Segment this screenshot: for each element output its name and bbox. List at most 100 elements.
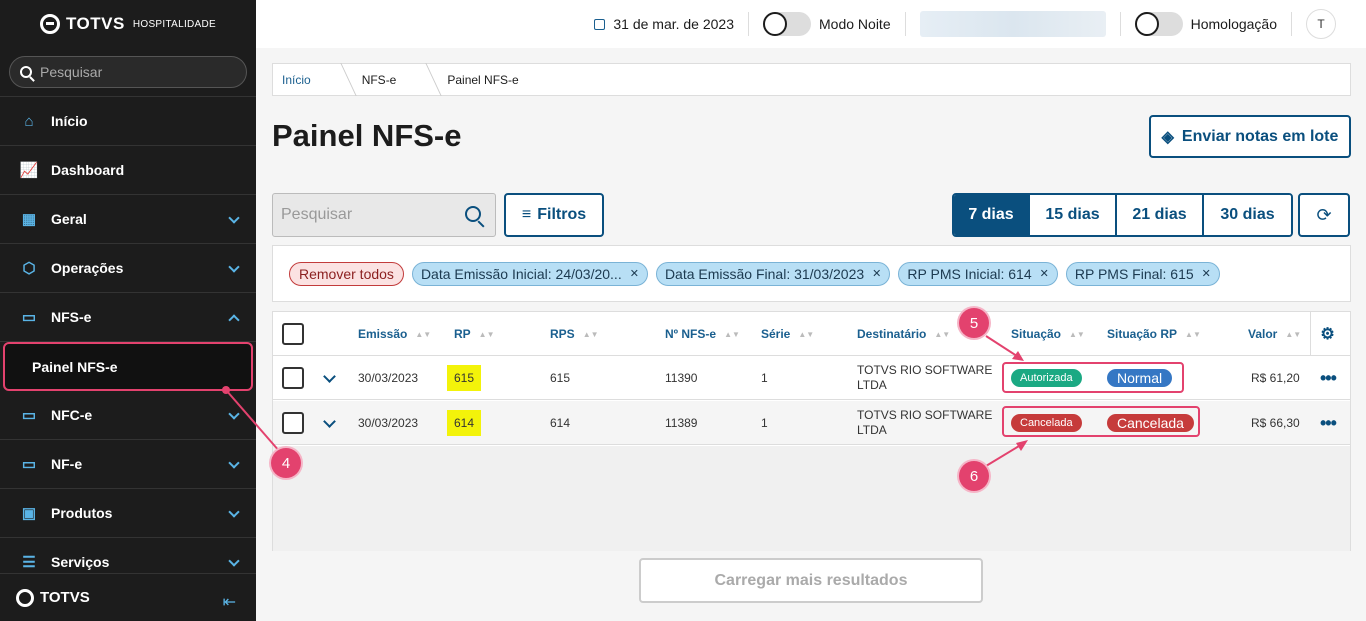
header-label: Situação RP xyxy=(1107,327,1178,341)
cell-serie: 1 xyxy=(761,416,768,430)
chart-icon: 📈 xyxy=(19,162,39,179)
logo: TOTVS HOSPITALIDADE xyxy=(0,0,256,48)
list-icon: ☰ xyxy=(22,554,36,571)
cube-icon: ⬡ xyxy=(22,260,36,277)
collapse-menu-icon[interactable]: ⇤ xyxy=(223,592,236,612)
sidebar-item-label: Operações xyxy=(51,260,124,276)
night-mode-toggle[interactable] xyxy=(763,12,812,36)
days-21-button[interactable]: 21 dias xyxy=(1117,195,1204,235)
expand-row[interactable] xyxy=(323,401,336,445)
days-30-button[interactable]: 30 dias xyxy=(1204,195,1291,235)
header-label: RPS xyxy=(550,327,575,341)
cell-rps: 614 xyxy=(550,416,571,430)
breadcrumb: Início NFS-e Painel NFS-e xyxy=(272,63,1351,96)
remove-all-chip[interactable]: Remover todos xyxy=(289,261,404,286)
cell-valor: R$ 61,20 xyxy=(1251,371,1300,385)
chip-label: Data Emissão Final: 31/03/2023 xyxy=(664,265,865,282)
chevron-up-icon xyxy=(228,314,240,326)
chip-label: RP PMS Final: 615 xyxy=(1074,265,1194,282)
nfse-icon: ▭ xyxy=(21,309,37,326)
select-all-checkbox[interactable] xyxy=(282,323,304,345)
cell-serie: 1 xyxy=(761,371,768,385)
days-15-button[interactable]: 15 dias xyxy=(1030,195,1117,235)
sidebar-item-produtos[interactable]: ▣ Produtos xyxy=(0,489,256,538)
header-label: Emissão xyxy=(358,327,408,341)
sidebar-item-nfe[interactable]: ▭ NF-e xyxy=(0,440,256,489)
load-more-button[interactable]: Carregar mais resultados xyxy=(639,558,983,603)
sidebar-search-input[interactable] xyxy=(40,64,230,80)
cell-destinatario: TOTVS RIO SOFTWARE LTDA xyxy=(857,356,997,400)
current-date: 31 de mar. de 2023 xyxy=(580,12,750,36)
calendar-icon xyxy=(594,18,606,30)
header-rp[interactable]: RP ▲▼ xyxy=(454,312,495,356)
sidebar-item-geral[interactable]: ▦ Geral xyxy=(0,195,256,244)
days-selector: 7 dias 15 dias 21 dias 30 dias xyxy=(952,193,1293,237)
annotation-marker-4: 4 xyxy=(271,448,301,478)
close-icon[interactable]: ✕ xyxy=(872,267,881,280)
sidebar-search[interactable] xyxy=(9,56,247,88)
sidebar-item-operacoes[interactable]: ⬡ Operações xyxy=(0,244,256,293)
expand-row[interactable] xyxy=(323,356,336,400)
close-icon[interactable]: ✕ xyxy=(1202,267,1211,280)
chevron-down-icon xyxy=(228,212,240,224)
close-icon[interactable]: ✕ xyxy=(630,267,639,280)
send-batch-button[interactable]: ◈ Enviar notas em lote xyxy=(1149,115,1351,158)
more-options-icon[interactable]: ••• xyxy=(1320,356,1337,400)
chip-label: RP PMS Inicial: 614 xyxy=(907,265,1032,282)
row-checkbox[interactable] xyxy=(282,367,304,389)
totvs-logo-icon xyxy=(39,14,60,34)
breadcrumb-inicio[interactable]: Início xyxy=(273,73,325,87)
filter-chip: RP PMS Inicial: 614 ✕ xyxy=(898,261,1058,286)
sort-icon: ▲▼ xyxy=(478,329,495,339)
search-box xyxy=(272,193,496,237)
select-all-cell xyxy=(282,312,304,356)
cell-emissao: 30/03/2023 xyxy=(358,416,419,430)
table-header: Emissão ▲▼ RP ▲▼ RPS ▲▼ Nº NFS-e ▲▼ Série ▲▼ … xyxy=(273,312,1350,356)
layers-icon: ◈ xyxy=(1161,128,1174,146)
sidebar-item-inicio[interactable]: ⌂ Início xyxy=(0,97,256,146)
sidebar-footer: TOTVS ⇤ xyxy=(0,573,256,621)
avatar[interactable]: T xyxy=(1306,9,1336,39)
date-text: 31 de mar. de 2023 xyxy=(613,16,735,32)
header-valor[interactable]: Valor ▲▼ xyxy=(1248,312,1301,356)
sidebar-item-label: NFC-e xyxy=(51,407,93,423)
homologation-toggle[interactable] xyxy=(1134,12,1183,36)
days-7-button[interactable]: 7 dias xyxy=(954,195,1030,235)
header-serie[interactable]: Série ▲▼ xyxy=(761,312,814,356)
rp-highlight: 614 xyxy=(447,410,482,436)
sidebar-item-dashboard[interactable]: 📈 Dashboard xyxy=(0,146,256,195)
annotation-marker-5: 5 xyxy=(959,308,989,338)
sidebar-item-label: Dashboard xyxy=(51,162,125,178)
sidebar-item-nfce[interactable]: ▭ NFC-e xyxy=(0,391,256,440)
filters-button[interactable]: ≡ Filtros xyxy=(504,193,604,237)
refresh-button[interactable]: ⟳ xyxy=(1298,193,1350,237)
header-rps[interactable]: RPS ▲▼ xyxy=(550,312,599,356)
breadcrumb-nfse[interactable]: NFS-e xyxy=(353,73,411,87)
row-checkbox-cell xyxy=(282,401,304,445)
more-options-icon[interactable]: ••• xyxy=(1320,401,1337,445)
night-mode-toggle-group: Modo Noite xyxy=(749,12,906,36)
header-situacao[interactable]: Situação ▲▼ xyxy=(1011,312,1085,356)
sidebar-item-nfse[interactable]: ▭ NFS-e xyxy=(0,293,256,342)
blurred-info xyxy=(906,11,1121,37)
gear-icon[interactable]: ⚙ xyxy=(1310,312,1344,356)
search-input[interactable] xyxy=(281,206,451,224)
header-destinatario[interactable]: Destinatário ▲▼ xyxy=(857,312,950,356)
avatar-group: T xyxy=(1292,9,1350,39)
header-nfse[interactable]: Nº NFS-e ▲▼ xyxy=(665,312,740,356)
header-emissao[interactable]: Emissão ▲▼ xyxy=(358,312,431,356)
row-checkbox[interactable] xyxy=(282,412,304,434)
header-situacao-rp[interactable]: Situação RP ▲▼ xyxy=(1107,312,1201,356)
sidebar-item-label: Início xyxy=(51,113,88,129)
header-label: Série xyxy=(761,327,791,341)
filter-chips: Remover todos Data Emissão Inicial: 24/0… xyxy=(272,245,1351,302)
sidebar-menu: ⌂ Início 📈 Dashboard ▦ Geral ⬡ Operações… xyxy=(0,96,256,587)
rp-highlight: 615 xyxy=(447,365,482,391)
search-icon[interactable] xyxy=(465,206,481,222)
sidebar-item-painel-nfse[interactable]: Painel NFS-e xyxy=(3,342,253,391)
sidebar-item-label: Painel NFS-e xyxy=(32,358,118,375)
table-empty-area xyxy=(273,446,1350,551)
close-icon[interactable]: ✕ xyxy=(1040,267,1049,280)
sort-icon: ▲▼ xyxy=(582,329,599,339)
filters-label: Filtros xyxy=(537,206,587,223)
